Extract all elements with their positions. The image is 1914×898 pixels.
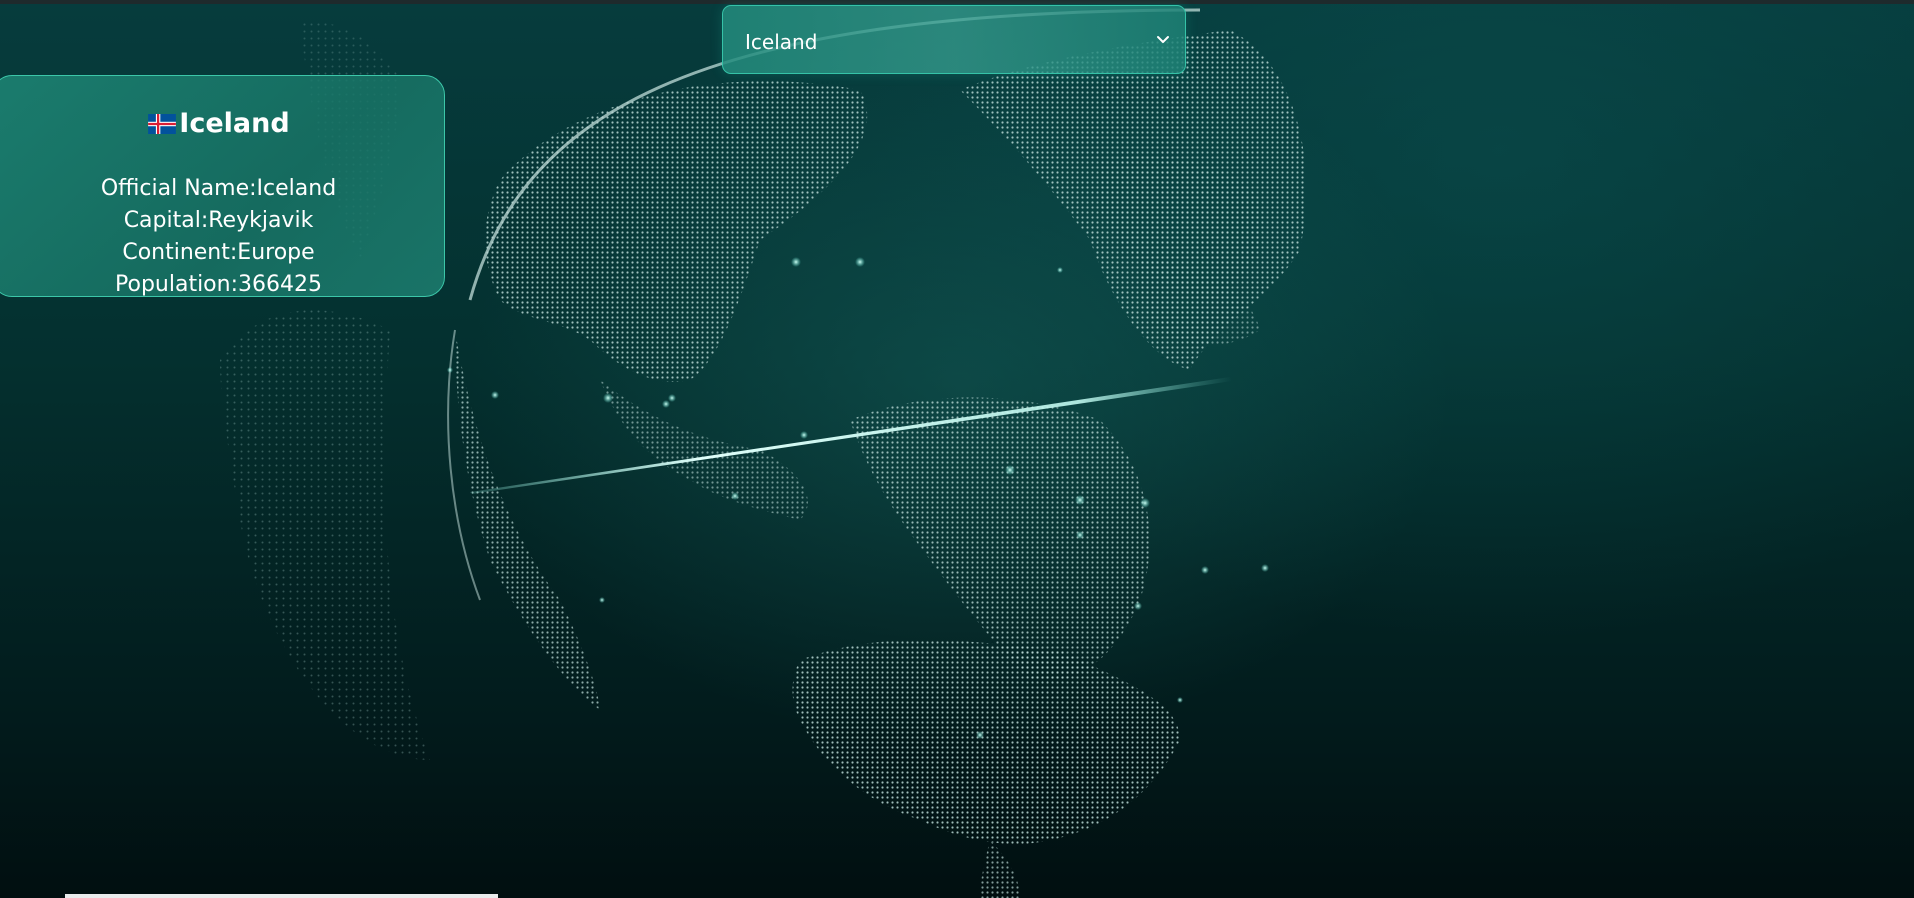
globe-page: Iceland Iceland Official Name:Iceland Ca…: [0, 0, 1914, 898]
country-info-card: Iceland Official Name:Iceland Capital:Re…: [0, 75, 445, 297]
official-name-row: Official Name:Iceland: [0, 173, 444, 205]
iceland-flag-icon: [148, 113, 177, 134]
country-select[interactable]: Iceland: [722, 5, 1186, 74]
continent-row: Continent:Europe: [0, 237, 444, 269]
country-title: Iceland: [0, 108, 444, 139]
country-select-value: Iceland: [745, 30, 818, 54]
population-value: 366425: [238, 272, 322, 297]
official-name-value: Iceland: [256, 176, 337, 201]
capital-label: Capital:: [123, 208, 209, 233]
horizontal-scrollbar[interactable]: [65, 894, 498, 898]
country-details: Official Name:Iceland Capital:Reykjavik …: [0, 173, 444, 301]
country-name: Iceland: [179, 108, 290, 139]
continent-label: Continent:: [122, 240, 238, 265]
capital-row: Capital:Reykjavik: [0, 205, 444, 237]
population-label: Population:: [115, 272, 238, 297]
chevron-down-icon: [1157, 36, 1169, 43]
official-name-label: Official Name:: [100, 176, 257, 201]
continent-value: Europe: [237, 240, 315, 265]
population-row: Population:366425: [0, 269, 444, 301]
capital-value: Reykjavik: [208, 208, 314, 233]
